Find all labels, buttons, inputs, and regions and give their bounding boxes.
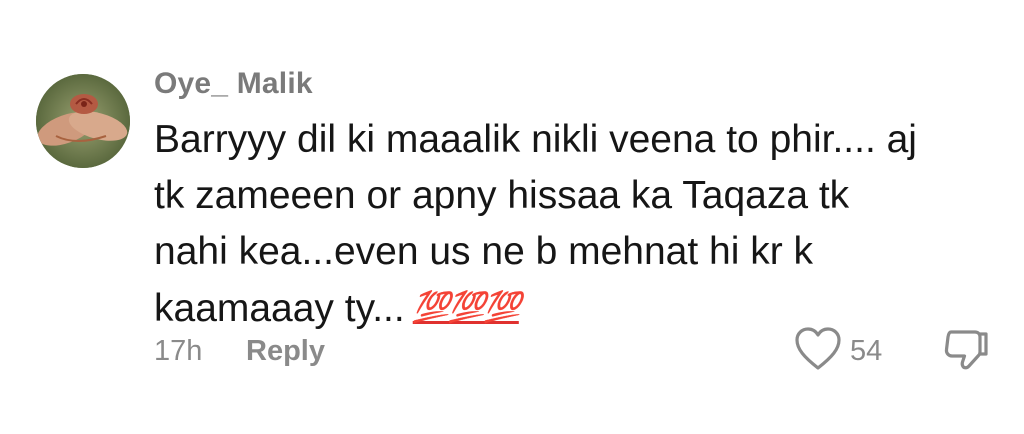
comment-timestamp: 17h xyxy=(154,335,203,367)
heart-outline-icon xyxy=(795,327,841,370)
comment-text-line-end: kaamaaay ty... xyxy=(154,287,405,330)
dislike-button[interactable] xyxy=(941,326,991,374)
like-button[interactable] xyxy=(794,326,842,372)
reply-button[interactable]: Reply xyxy=(246,334,325,368)
comment-text-line: Barryyy dil ki maaalik nikli veena to ph… xyxy=(154,118,917,161)
hundred-points-emoji: 💯💯💯 xyxy=(412,291,521,324)
avatar[interactable] xyxy=(36,74,130,168)
comment-text-line: tk zameeen or apny hissaa ka Taqaza tk xyxy=(154,174,850,217)
comment-text-line: kaamaaay ty... 💯💯💯 xyxy=(154,280,1004,337)
username[interactable]: Oye_ Malik xyxy=(154,66,313,102)
thumbs-down-outline-icon xyxy=(944,330,988,370)
avatar-image xyxy=(36,74,130,168)
comment-text: Barryyy dil ki maaalik nikli veena to ph… xyxy=(154,112,1004,337)
like-count: 54 xyxy=(850,335,883,367)
comment-text-line: nahi kea...even us ne b mehnat hi kr k xyxy=(154,230,814,273)
comment-item: Oye_ Malik Barryyy dil ki maaalik nikli … xyxy=(0,0,1024,434)
